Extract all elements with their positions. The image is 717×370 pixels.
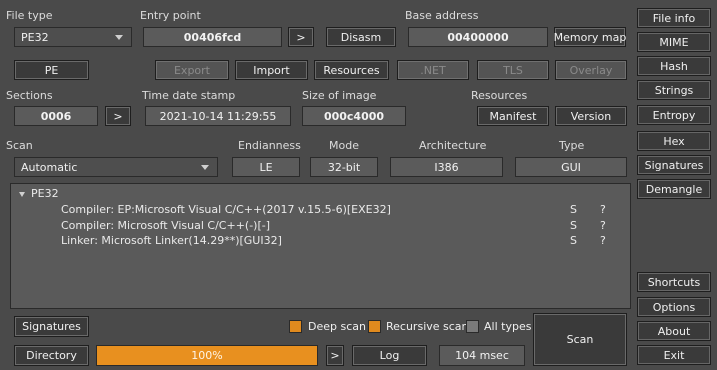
manifest-button[interactable]: Manifest — [477, 106, 549, 126]
recursive-scan-label: Recursive scan — [386, 320, 469, 333]
pe-button[interactable]: PE — [14, 60, 89, 80]
scan-results-tree[interactable]: PE32 Compiler: EP:Microsoft Visual C/C++… — [10, 183, 631, 309]
hex-button[interactable]: Hex — [637, 131, 711, 151]
base-address-field[interactable]: 00400000 — [408, 27, 548, 47]
sections-label: Sections — [6, 89, 53, 102]
log-go-button[interactable]: > — [326, 345, 344, 366]
mode-label: Mode — [329, 139, 359, 152]
architecture-field: I386 — [390, 157, 503, 177]
resources-button[interactable]: Resources — [314, 60, 389, 80]
time-date-stamp-field[interactable]: 2021-10-14 11:29:55 — [145, 106, 291, 126]
resources-label: Resources — [471, 89, 528, 102]
expand-arrow-icon[interactable] — [19, 192, 25, 197]
tree-item[interactable]: Linker: Microsoft Linker(14.29**)[GUI32] — [61, 234, 282, 247]
shortcuts-button[interactable]: Shortcuts — [637, 272, 711, 292]
signature-flag: S — [570, 234, 577, 247]
entry-point-label: Entry point — [140, 9, 201, 22]
all-types-checkbox[interactable] — [466, 320, 479, 333]
entry-point-go-button[interactable]: > — [288, 27, 314, 47]
scan-label: Scan — [6, 139, 33, 152]
options-button[interactable]: Options — [637, 297, 711, 317]
file-type-value: PE32 — [21, 30, 49, 44]
strings-button[interactable]: Strings — [637, 80, 711, 100]
mode-field: 32-bit — [310, 157, 378, 177]
scan-mode-value: Automatic — [21, 160, 78, 174]
import-button[interactable]: Import — [235, 60, 308, 80]
memory-map-button[interactable]: Memory map — [554, 27, 626, 47]
overlay-button[interactable]: Overlay — [555, 60, 627, 80]
sections-go-button[interactable]: > — [105, 106, 131, 126]
info-flag[interactable]: ? — [600, 203, 606, 216]
scan-progress-bar: 100% — [96, 345, 318, 366]
entropy-button[interactable]: Entropy — [637, 105, 711, 125]
version-button[interactable]: Version — [555, 106, 627, 126]
endianness-field: LE — [232, 157, 300, 177]
signatures-sidebar-button[interactable]: Signatures — [637, 155, 711, 175]
entry-point-field[interactable]: 00406fcd — [143, 27, 282, 47]
info-flag[interactable]: ? — [600, 219, 606, 232]
type-field: GUI — [515, 157, 627, 177]
signatures-button[interactable]: Signatures — [14, 316, 89, 337]
mime-button[interactable]: MIME — [637, 32, 711, 52]
signature-flag: S — [570, 203, 577, 216]
hash-button[interactable]: Hash — [637, 56, 711, 76]
size-of-image-field[interactable]: 000c4000 — [302, 106, 406, 126]
deep-scan-checkbox[interactable] — [289, 320, 302, 333]
file-info-button[interactable]: File info — [637, 8, 711, 28]
exit-button[interactable]: Exit — [637, 345, 711, 365]
chevron-down-icon — [115, 35, 123, 40]
sections-field[interactable]: 0006 — [14, 106, 98, 126]
dotnet-button[interactable]: .NET — [397, 60, 469, 80]
directory-button[interactable]: Directory — [14, 345, 89, 366]
tree-item[interactable]: Compiler: Microsoft Visual C/C++(-)[-] — [61, 219, 270, 232]
disasm-button[interactable]: Disasm — [326, 27, 396, 47]
tree-root-item[interactable]: PE32 — [31, 187, 59, 200]
file-type-select[interactable]: PE32 — [14, 27, 132, 47]
base-address-label: Base address — [405, 9, 479, 22]
demangle-button[interactable]: Demangle — [637, 179, 711, 199]
time-date-stamp-label: Time date stamp — [142, 89, 236, 102]
export-button[interactable]: Export — [155, 60, 229, 80]
recursive-scan-checkbox[interactable] — [368, 320, 381, 333]
deep-scan-label: Deep scan — [308, 320, 366, 333]
log-button[interactable]: Log — [352, 345, 427, 366]
architecture-label: Architecture — [419, 139, 487, 152]
scan-time-field: 104 msec — [439, 345, 525, 366]
signature-flag: S — [570, 219, 577, 232]
chevron-down-icon — [201, 165, 209, 170]
scan-mode-select[interactable]: Automatic — [14, 157, 218, 177]
tls-button[interactable]: TLS — [477, 60, 549, 80]
type-label: Type — [559, 139, 585, 152]
info-flag[interactable]: ? — [600, 234, 606, 247]
endianness-label: Endianness — [238, 139, 301, 152]
scan-button[interactable]: Scan — [533, 313, 627, 366]
size-of-image-label: Size of image — [302, 89, 377, 102]
tree-item[interactable]: Compiler: EP:Microsoft Visual C/C++(2017… — [61, 203, 391, 216]
file-type-label: File type — [6, 9, 53, 22]
about-button[interactable]: About — [637, 321, 711, 341]
all-types-label: All types — [484, 320, 532, 333]
